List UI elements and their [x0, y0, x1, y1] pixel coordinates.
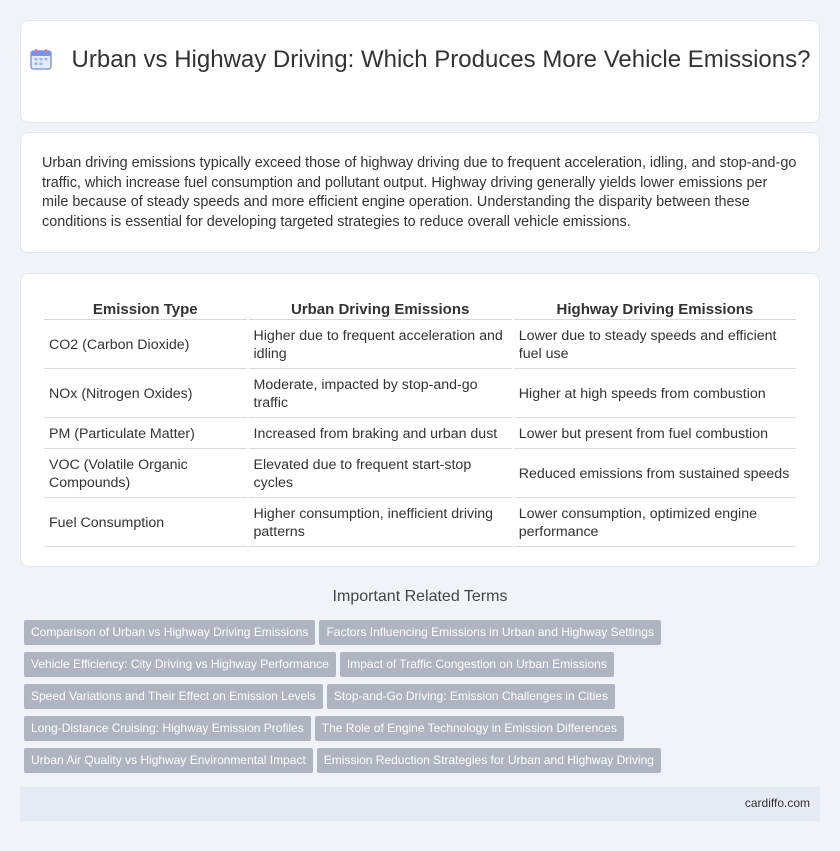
- calendar-icon: [29, 49, 52, 70]
- intro-paragraph: Urban driving emissions typically exceed…: [42, 155, 797, 230]
- cell-highway: Lower due to steady speeds and efficient…: [513, 322, 796, 369]
- header-highway: Highway Driving Emissions: [513, 296, 796, 320]
- cell-emission-type: Fuel Consumption: [44, 500, 247, 547]
- related-term-link[interactable]: Stop-and-Go Driving: Emission Challenges…: [326, 684, 615, 709]
- related-terms-title: Important Related Terms: [332, 588, 508, 605]
- cell-emission-type: NOx (Nitrogen Oxides): [44, 371, 247, 418]
- related-term-link[interactable]: Long-Distance Cruising: Highway Emission…: [24, 716, 311, 741]
- page-title-text: Urban vs Highway Driving: Which Produces…: [71, 46, 811, 73]
- intro-card: Urban driving emissions typically exceed…: [20, 132, 820, 253]
- cell-urban: Elevated due to frequent start-stop cycl…: [248, 451, 512, 498]
- comparison-table-card: Emission Type Urban Driving Emissions Hi…: [20, 273, 820, 567]
- related-term-link[interactable]: Emission Reduction Strategies for Urban …: [316, 748, 661, 773]
- title-card: Urban vs Highway Driving: Which Produces…: [20, 20, 820, 123]
- related-term-link[interactable]: Impact of Traffic Congestion on Urban Em…: [339, 652, 614, 677]
- cell-emission-type: VOC (Volatile Organic Compounds): [44, 451, 247, 498]
- table-row: VOC (Volatile Organic Compounds) Elevate…: [44, 451, 796, 498]
- cell-emission-type: CO2 (Carbon Dioxide): [44, 322, 247, 369]
- header-emission-type: Emission Type: [44, 296, 247, 320]
- cell-urban: Increased from braking and urban dust: [248, 420, 512, 449]
- table-row: Fuel Consumption Higher consumption, ine…: [44, 500, 796, 547]
- cell-urban: Higher due to frequent acceleration and …: [248, 322, 512, 369]
- related-term-link[interactable]: Comparison of Urban vs Highway Driving E…: [24, 620, 316, 645]
- cell-urban: Higher consumption, inefficient driving …: [248, 500, 512, 547]
- related-term-link[interactable]: Factors Influencing Emissions in Urban a…: [319, 620, 661, 645]
- table-header-row: Emission Type Urban Driving Emissions Hi…: [44, 296, 796, 320]
- tag-row: Comparison of Urban vs Highway Driving E…: [24, 620, 665, 645]
- header-urban: Urban Driving Emissions: [248, 296, 512, 320]
- cell-highway: Reduced emissions from sustained speeds: [513, 451, 796, 498]
- related-term-link[interactable]: Speed Variations and Their Effect on Emi…: [24, 684, 323, 709]
- table-row: PM (Particulate Matter) Increased from b…: [44, 420, 796, 449]
- cell-urban: Moderate, impacted by stop-and-go traffi…: [248, 371, 512, 418]
- related-term-link[interactable]: Vehicle Efficiency: City Driving vs High…: [24, 652, 336, 677]
- tag-row: Vehicle Efficiency: City Driving vs High…: [24, 652, 618, 677]
- cell-highway: Lower but present from fuel combustion: [513, 420, 796, 449]
- cell-highway: Higher at high speeds from combustion: [513, 371, 796, 418]
- cell-emission-type: PM (Particulate Matter): [44, 420, 247, 449]
- footer: cardiffo.com: [20, 787, 820, 821]
- related-term-link[interactable]: The Role of Engine Technology in Emissio…: [314, 716, 624, 741]
- page-title: Urban vs Highway Driving: Which Produces…: [21, 45, 819, 74]
- related-term-link[interactable]: Urban Air Quality vs Highway Environment…: [24, 748, 313, 773]
- tag-row: Long-Distance Cruising: Highway Emission…: [24, 716, 628, 741]
- footer-site-link[interactable]: cardiffo.com: [745, 796, 810, 810]
- cell-highway: Lower consumption, optimized engine perf…: [513, 500, 796, 547]
- tag-row: Urban Air Quality vs Highway Environment…: [24, 748, 665, 773]
- tag-row: Speed Variations and Their Effect on Emi…: [24, 684, 619, 709]
- table-row: NOx (Nitrogen Oxides) Moderate, impacted…: [44, 371, 796, 418]
- table-row: CO2 (Carbon Dioxide) Higher due to frequ…: [44, 322, 796, 369]
- comparison-table: Emission Type Urban Driving Emissions Hi…: [42, 294, 798, 549]
- page: Urban vs Highway Driving: Which Produces…: [0, 0, 840, 851]
